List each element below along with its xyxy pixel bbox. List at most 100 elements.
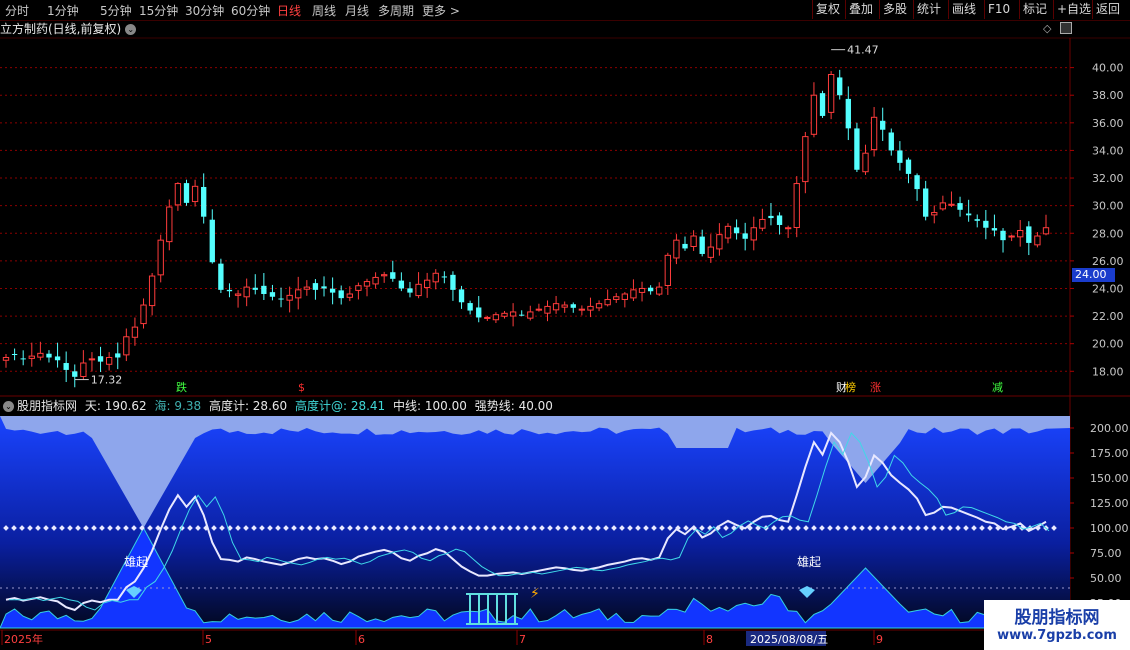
candle-body: [321, 286, 327, 289]
candle-body: [209, 219, 215, 263]
price-tick-label: 36.00: [1092, 117, 1124, 130]
current-price-tag: 24.00: [1072, 268, 1115, 282]
candle-body: [338, 290, 344, 299]
candle-body: [88, 358, 96, 361]
high-price-label: 41.47: [847, 44, 879, 57]
candle-body: [519, 314, 525, 316]
candle-body: [923, 188, 929, 217]
date-highlight-label: 2025/08/08/五: [750, 633, 828, 646]
candle-body: [46, 353, 52, 358]
date-label: 8: [706, 633, 713, 646]
price-tick-label: 34.00: [1092, 144, 1124, 157]
candle-body: [63, 363, 69, 370]
candle-body: [2, 356, 10, 361]
candle-body: [613, 296, 620, 300]
candle-body: [115, 353, 121, 358]
candle-body: [286, 294, 293, 301]
candle-body: [11, 353, 18, 355]
candle-body: [673, 239, 680, 259]
candle-body: [690, 235, 697, 248]
zhongxian-value: 中线: 100.00: [393, 399, 467, 413]
candle-body: [870, 116, 878, 151]
candle-body: [552, 303, 560, 311]
rise-label: 雄起: [124, 554, 148, 569]
candle-body: [905, 159, 912, 174]
candle-body: [535, 308, 543, 311]
candle-body: [407, 288, 413, 293]
candle-body: [1008, 235, 1015, 238]
candle-body: [750, 227, 757, 241]
candle-body: [37, 352, 44, 358]
gaodu2-value: 高度计@: 28.41: [294, 399, 386, 413]
signal-marker: 涨: [870, 381, 881, 394]
candle-body: [484, 316, 491, 319]
candle-body: [578, 308, 586, 311]
candle-body: [415, 283, 422, 297]
candle-body: [423, 279, 431, 289]
candle-body: [854, 128, 860, 170]
candle-body: [329, 288, 336, 293]
signal-marker: 减: [992, 381, 1003, 394]
candle-body: [363, 281, 371, 287]
signal-marker: 榜: [845, 380, 856, 394]
candle-body: [295, 289, 302, 299]
candle-body: [381, 274, 388, 277]
candle-body: [105, 356, 113, 365]
candle-body: [957, 203, 963, 210]
low-price-label: 17.32: [91, 374, 123, 387]
candle-body: [441, 276, 448, 278]
price-tick-label: 38.00: [1092, 89, 1124, 102]
candle-body: [509, 311, 517, 317]
date-label: 5: [205, 633, 212, 646]
date-label: 7: [519, 633, 526, 646]
candle-body: [527, 311, 534, 319]
indicator-tick-label: 175.00: [1090, 447, 1129, 460]
candle-body: [682, 243, 688, 249]
candle-body: [303, 286, 310, 290]
candle-body: [140, 304, 147, 325]
candle-body: [888, 132, 894, 151]
candle-body: [80, 362, 87, 377]
indicator-name[interactable]: 股朋指标网: [17, 399, 77, 413]
chevron-down-icon[interactable]: ⌄: [3, 401, 14, 412]
window-toggle-icon[interactable]: [1060, 22, 1072, 34]
candle-body: [201, 186, 207, 217]
candle-body: [784, 227, 792, 230]
candle-body: [759, 218, 766, 229]
price-tick-label: 24.00: [1092, 282, 1124, 295]
candle-body: [621, 293, 629, 300]
candle-body: [845, 98, 851, 129]
candle-body: [390, 272, 396, 279]
candle-body: [261, 285, 267, 294]
candle-body: [544, 305, 551, 314]
candlestick-chart: 40.00 38.00 36.00 34.00 32.00 30.00 28.00 26.00…: [0, 37, 1130, 650]
diamond-icon[interactable]: ◇: [1043, 22, 1051, 35]
candle-body: [458, 289, 465, 303]
candle-body: [269, 292, 276, 297]
candle-body: [914, 175, 920, 190]
indicator-tick-label: 125.00: [1090, 497, 1129, 510]
candle-body: [733, 227, 740, 234]
candle-body: [432, 272, 439, 283]
candle-body: [157, 239, 164, 276]
price-tick-label: 28.00: [1092, 227, 1124, 240]
candle-body: [604, 299, 611, 306]
candle-body: [837, 77, 843, 96]
indicator-header: ⌄ 股朋指标网 天: 190.62 海: 9.38 高度计: 28.60 高度计@…: [0, 398, 557, 414]
candle-body: [467, 303, 473, 311]
candle-body: [630, 289, 637, 299]
indicator-tick-label: 150.00: [1090, 472, 1129, 485]
indicator-tick-label: 100.00: [1090, 522, 1129, 535]
candle-body: [131, 326, 139, 338]
candle-body: [638, 287, 646, 293]
candle-body: [897, 150, 903, 163]
price-tick-label: 26.00: [1092, 255, 1124, 268]
candle-body: [218, 263, 224, 290]
candle-body: [656, 286, 663, 295]
candle-body: [810, 94, 818, 135]
candle-body: [595, 303, 603, 309]
candle-body: [355, 285, 362, 291]
price-tick-label: 22.00: [1092, 310, 1124, 323]
candle-body: [768, 215, 774, 219]
candle-body: [148, 275, 156, 307]
